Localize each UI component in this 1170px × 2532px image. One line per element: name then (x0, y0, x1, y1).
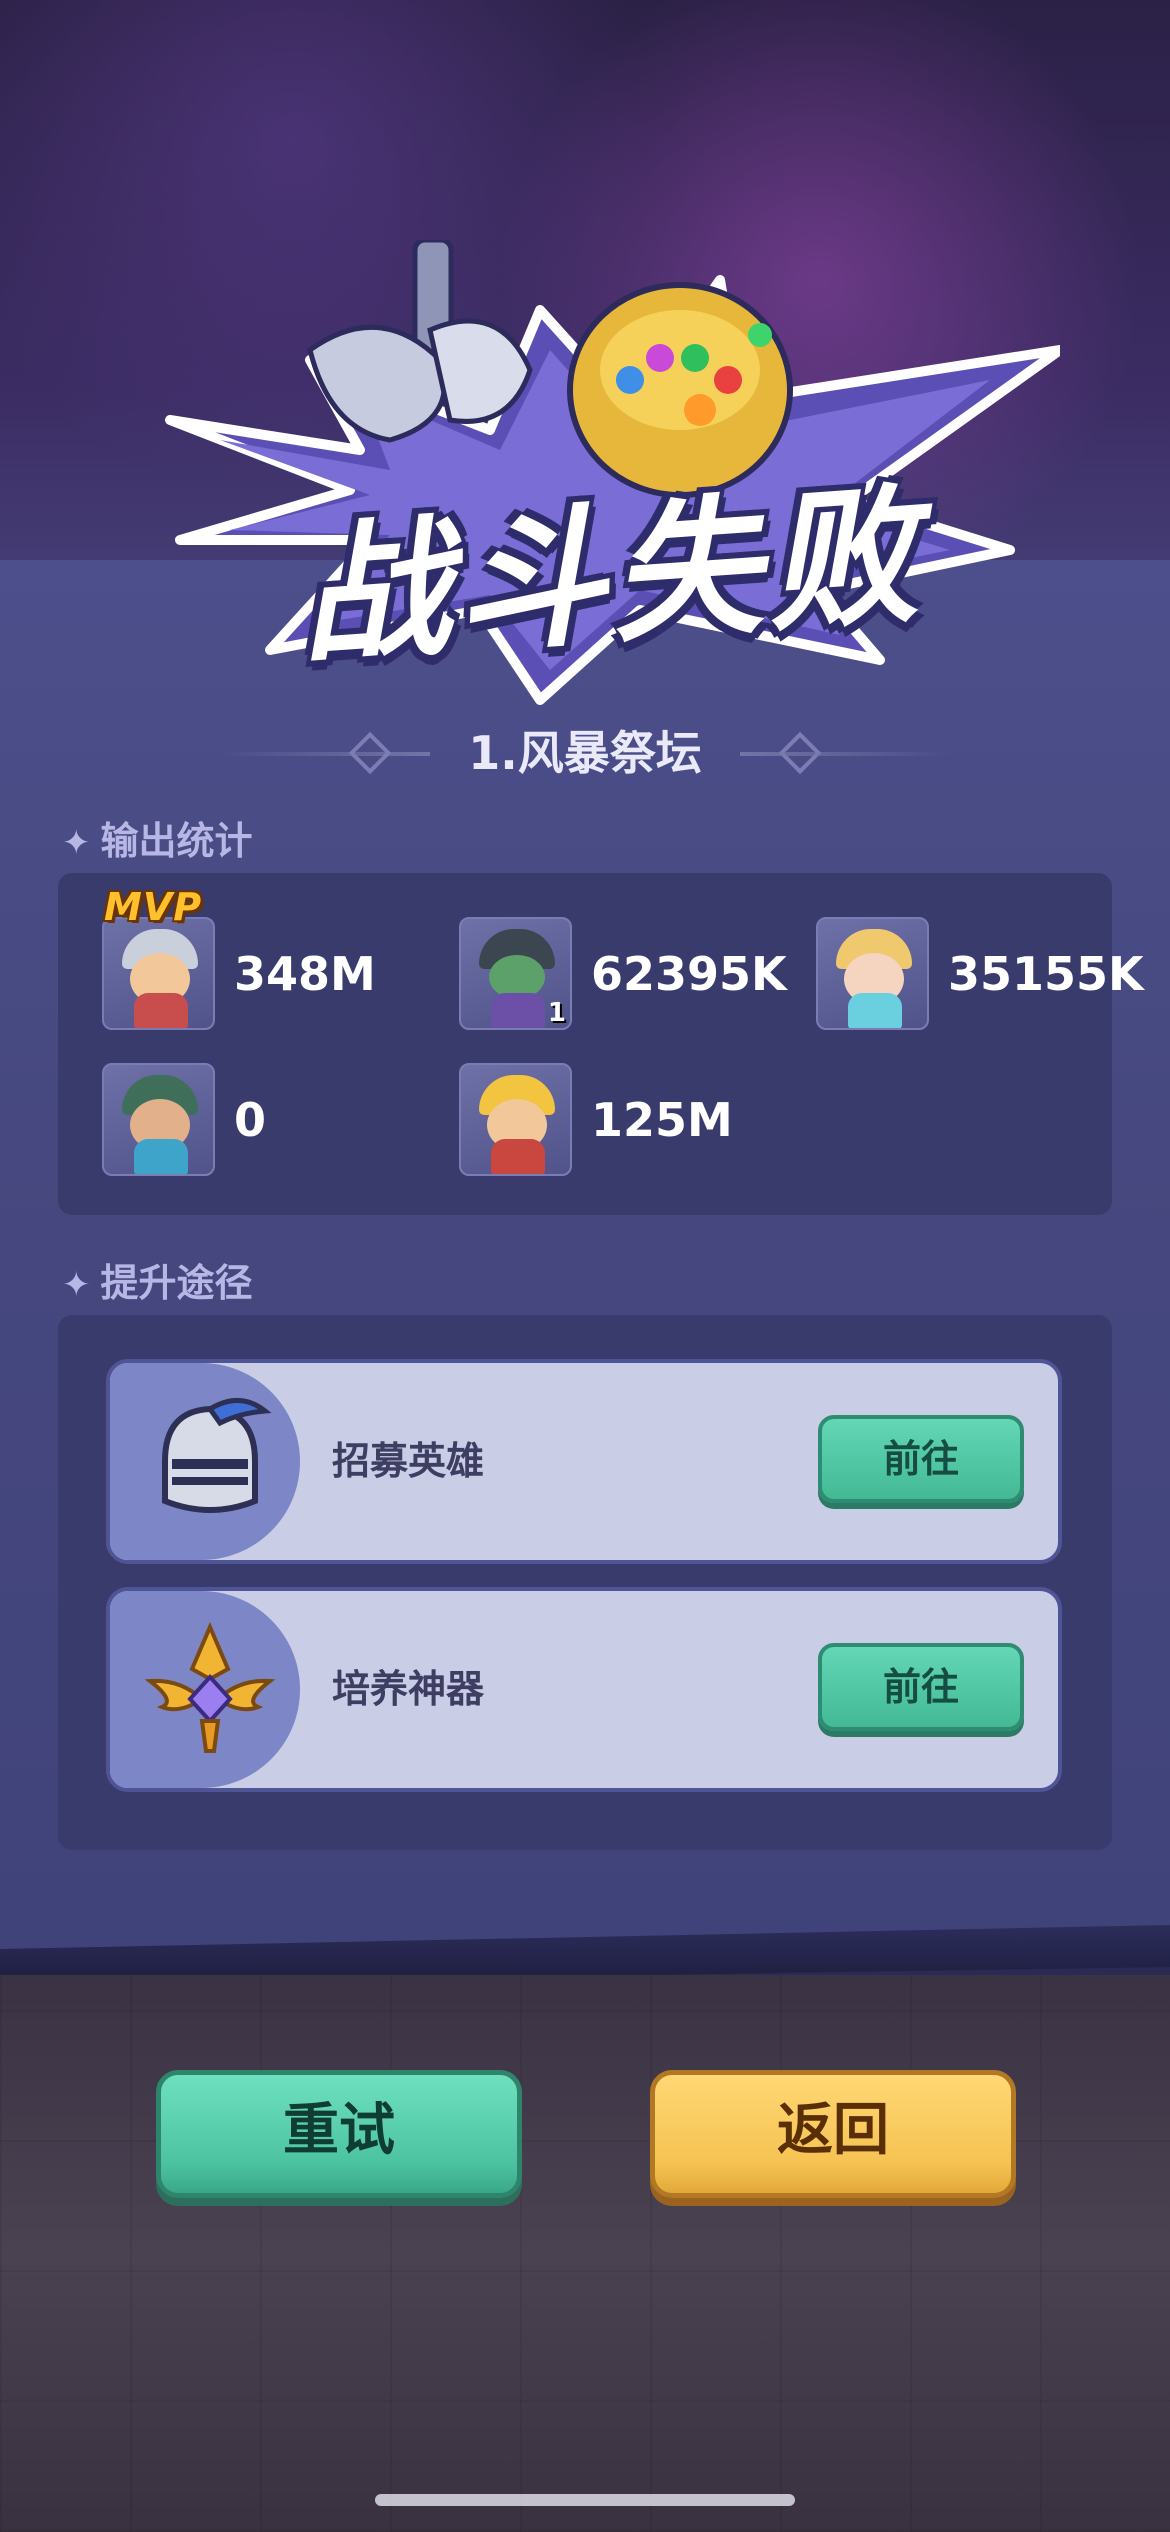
train-artifact-label: 培养神器 (332, 1667, 485, 1711)
recruit-hero-go-button[interactable]: 前往 (818, 1415, 1024, 1503)
hero-poseidon-icon (102, 1063, 215, 1176)
retry-button[interactable]: 重试 (156, 2070, 522, 2198)
sparkle-icon: ✦ (62, 1265, 91, 1305)
hero-thor-icon (102, 917, 215, 1030)
train-artifact-row: 培养神器 前往 (106, 1587, 1062, 1792)
winged-artifact-icon (144, 1621, 276, 1753)
damage-stats-card: MVP 348M 1 62395K 35155K 0 125M (58, 873, 1144, 1215)
mvp-badge: MVP (104, 885, 203, 929)
improve-heading: ✦ 提升途径 (62, 1261, 253, 1305)
hero-damage-entry[interactable]: 35155K (816, 917, 1144, 1032)
divider-line (740, 752, 950, 756)
train-artifact-go-button[interactable]: 前往 (818, 1643, 1024, 1731)
sparkle-icon: ✦ (62, 823, 91, 863)
knight-helmet-icon (162, 1398, 272, 1513)
hero-damage-entry[interactable]: 125M (459, 1063, 899, 1178)
hero-damage-value: 35155K (948, 947, 1144, 1001)
hero-ice-girl-icon (816, 917, 929, 1030)
stage-header: 1.风暴祭坛 (0, 718, 1170, 788)
recruit-hero-label: 招募英雄 (332, 1439, 485, 1483)
damage-stats-heading: ✦ 输出统计 (62, 819, 253, 863)
stage-name: 1.风暴祭坛 (468, 726, 702, 780)
hero-king-icon (459, 1063, 572, 1176)
hero-dark-knight-icon: 1 (459, 917, 572, 1030)
hero-damage-value: 0 (234, 1093, 267, 1147)
hero-damage-value: 62395K (591, 947, 787, 1001)
recruit-hero-row: 招募英雄 前往 (106, 1359, 1062, 1564)
improve-card: 招募英雄 前往 培养神器 前往 (58, 1315, 1112, 1850)
hero-damage-value: 125M (591, 1093, 733, 1147)
home-indicator[interactable] (375, 2494, 795, 2506)
battlefield-floor-background (0, 1975, 1170, 2532)
hero-level-badge: 1 (547, 998, 566, 1028)
hero-damage-value: 348M (234, 947, 376, 1001)
back-button[interactable]: 返回 (650, 2070, 1016, 2198)
defeat-banner: 战斗失败 (160, 240, 1060, 720)
